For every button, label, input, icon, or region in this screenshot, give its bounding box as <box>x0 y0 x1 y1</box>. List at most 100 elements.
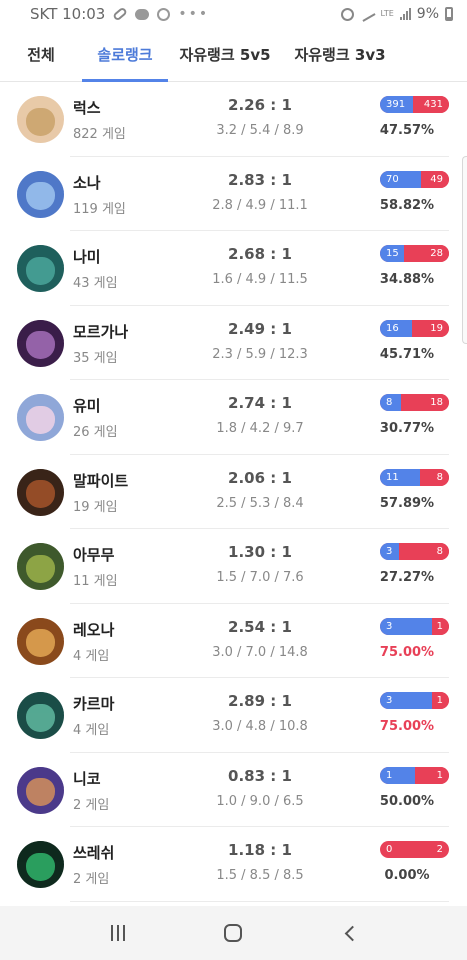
losses-label: 2 <box>436 844 443 855</box>
win-loss-bar: 391 431 <box>380 96 449 113</box>
kda-average: 2.3 / 5.9 / 12.3 <box>212 346 308 362</box>
losses-label: 19 <box>430 322 443 334</box>
losses-label: 28 <box>430 248 443 259</box>
win-rate: 50.00% <box>379 793 435 809</box>
kda-ratio: 1.18 : 1 <box>228 841 292 859</box>
wins-label: 1 <box>386 769 393 781</box>
games-played: 822 게임 <box>73 127 126 142</box>
kda-average: 2.5 / 5.3 / 8.4 <box>216 495 304 511</box>
win-rate: 30.77% <box>379 421 435 436</box>
kda-average: 1.6 / 4.9 / 11.5 <box>212 272 308 287</box>
champion-name: 모르가나 <box>73 322 129 341</box>
champion-row[interactable]: 니코 2 게임 0.83 : 1 1.0 / 9.0 / 6.5 1 1 50.00% <box>0 753 467 828</box>
battery-icon <box>445 7 453 21</box>
system-nav-bar <box>0 906 467 960</box>
back-button[interactable] <box>329 913 369 953</box>
champion-avatar <box>17 766 64 814</box>
champion-avatar <box>17 319 64 367</box>
champion-row[interactable]: 카르마 4 게임 2.89 : 1 3.0 / 4.8 / 10.8 3 1 75.00% <box>0 678 467 753</box>
kda-average: 3.2 / 5.4 / 8.9 <box>216 123 304 138</box>
champion-name: 아무무 <box>73 546 115 564</box>
champion-name: 쓰레쉬 <box>73 844 115 862</box>
kda-average: 1.5 / 7.0 / 7.6 <box>216 570 304 585</box>
champion-avatar <box>17 841 64 888</box>
champion-avatar <box>17 245 64 292</box>
champion-row[interactable]: 모르가나 35 게임 2.49 : 1 2.3 / 5.9 / 12.3 16 19 45.… <box>0 306 467 381</box>
games-played: 4 게임 <box>73 723 110 738</box>
wins-label: 3 <box>386 546 393 557</box>
kda-average: 2.8 / 4.9 / 11.1 <box>212 197 308 213</box>
champion-name: 나미 <box>73 248 101 266</box>
tab-solo-rank[interactable]: 솔로랭크 <box>82 28 168 82</box>
champion-row[interactable]: 럭스 822 게임 2.26 : 1 3.2 / 5.4 / 8.9 391 431 47.… <box>0 82 467 157</box>
losses-label: 8 <box>436 546 443 557</box>
win-rate: 27.27% <box>379 570 435 585</box>
win-loss-bar: 16 19 <box>380 319 449 337</box>
wins-label: 3 <box>386 620 393 632</box>
champion-row[interactable]: 나미 43 게임 2.68 : 1 1.6 / 4.9 / 11.5 15 28 34.88… <box>0 231 467 306</box>
signal-icon <box>399 8 411 20</box>
wins-label: 11 <box>386 471 399 483</box>
win-loss-bar: 38 <box>380 543 449 560</box>
champion-row[interactable]: 말파이트 19 게임 2.06 : 1 2.5 / 5.3 / 8.4 11 8 57.89… <box>0 455 467 530</box>
wins-label: 8 <box>386 397 393 408</box>
kda-average: 1.5 / 8.5 / 8.5 <box>216 868 304 883</box>
wins-label: 391 <box>386 99 406 110</box>
more-notifications-icon: ••• <box>178 6 210 22</box>
status-bar: SKT 10:03 ••• LTE 9% <box>0 0 467 28</box>
status-left: SKT 10:03 ••• <box>30 5 209 23</box>
scroll-indicator[interactable] <box>462 156 467 344</box>
lte-label: LTE <box>380 9 394 18</box>
win-rate: 0.00% <box>384 868 430 883</box>
kda-average: 1.8 / 4.2 / 9.7 <box>216 421 304 436</box>
alarm-icon <box>341 7 355 21</box>
champion-row[interactable]: 유미 26 게임 2.74 : 1 1.8 / 4.2 / 9.7 8 18 30.77% <box>0 380 467 455</box>
win-loss-bar: 70 49 <box>380 170 449 188</box>
win-loss-bar: 31 <box>380 692 449 709</box>
champion-avatar <box>17 170 64 218</box>
loss-segment <box>419 468 449 486</box>
champion-name: 레오나 <box>73 620 115 639</box>
champion-avatar <box>17 394 64 441</box>
tab-all[interactable]: 전체 <box>0 28 82 81</box>
wins-label: 16 <box>386 322 399 334</box>
kda-ratio: 2.06 : 1 <box>228 468 292 487</box>
games-played: 43 게임 <box>73 276 118 291</box>
home-icon <box>224 924 243 942</box>
champion-row[interactable]: 쓰레쉬 2 게임 1.18 : 1 1.5 / 8.5 / 8.5 0 2 0.00% <box>0 827 467 902</box>
kda-average: 3.0 / 4.8 / 10.8 <box>212 719 308 734</box>
status-right: LTE 9% <box>341 6 453 22</box>
pill-icon <box>112 6 129 22</box>
games-played: 19 게임 <box>73 499 118 515</box>
back-icon <box>344 925 360 941</box>
champion-row[interactable]: 레오나 4 게임 2.54 : 1 3.0 / 7.0 / 14.8 3 1 75.00% <box>0 604 467 679</box>
champion-row[interactable]: 아무무 11 게임 1.30 : 1 1.5 / 7.0 / 7.6 3 8 27.27% <box>0 529 467 604</box>
kda-average: 3.0 / 7.0 / 14.8 <box>212 644 308 660</box>
kda-ratio: 1.30 : 1 <box>228 543 292 561</box>
queue-tabs: 전체 솔로랭크 자유랭크 5v5 자유랭크 3v3 <box>0 28 467 82</box>
champion-name: 니코 <box>73 769 101 788</box>
home-button[interactable] <box>213 913 253 953</box>
win-loss-bar: 31 <box>380 617 449 635</box>
win-loss-bar: 02 <box>380 841 449 858</box>
recents-button[interactable] <box>98 913 138 953</box>
wins-label: 0 <box>386 844 393 855</box>
win-loss-bar: 15 28 <box>380 245 449 262</box>
talk-icon <box>135 8 150 20</box>
kda-ratio: 2.54 : 1 <box>228 617 292 636</box>
losses-label: 8 <box>436 471 443 483</box>
status-carrier-time: SKT 10:03 <box>30 5 106 23</box>
champion-row[interactable]: 소나 119 게임 2.83 : 1 2.8 / 4.9 / 11.1 70 49 58.8… <box>0 157 467 232</box>
win-loss-bar: 11 <box>380 766 449 784</box>
champion-stats-list: 럭스 822 게임 2.26 : 1 3.2 / 5.4 / 8.9 391 431 47.… <box>0 82 467 902</box>
tab-flex-3v3[interactable]: 자유랭크 3v3 <box>282 28 398 81</box>
games-played: 119 게임 <box>73 201 126 217</box>
wins-label: 3 <box>386 695 393 706</box>
games-played: 2 게임 <box>73 797 110 813</box>
losses-label: 1 <box>436 769 443 781</box>
tab-flex-5v5[interactable]: 자유랭크 5v5 <box>168 28 282 81</box>
battery-percent: 9% <box>416 6 439 22</box>
win-rate: 57.89% <box>379 495 435 511</box>
champion-name: 소나 <box>73 173 101 192</box>
win-rate: 34.88% <box>379 272 435 287</box>
